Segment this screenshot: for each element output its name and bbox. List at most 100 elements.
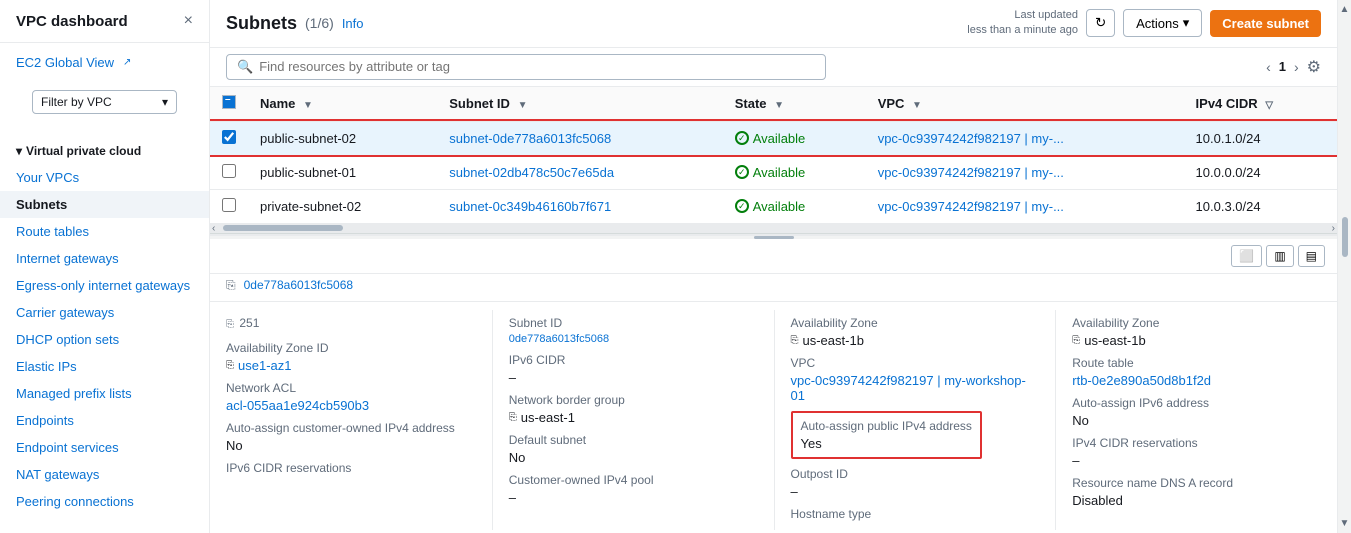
ipv6-cidr-value: – xyxy=(509,370,758,385)
col-state: State ▼ xyxy=(723,87,866,121)
refresh-button[interactable]: ↻ xyxy=(1086,9,1115,37)
detail-col-1: ⎘ 251 Availability Zone ID ⎘ use1-az1 Ne… xyxy=(210,310,492,530)
top-bar-left: Subnets (1/6) Info xyxy=(226,13,364,34)
available-dot: ✓ xyxy=(735,165,749,179)
row-checkbox[interactable] xyxy=(222,198,236,212)
vpc-value[interactable]: vpc-0c93974242f982197 | my-workshop-01 xyxy=(791,373,1040,403)
row-checkbox-cell[interactable] xyxy=(210,189,248,223)
close-icon[interactable]: × xyxy=(184,12,193,30)
info-link[interactable]: Info xyxy=(342,16,364,31)
row-subnet-id: subnet-0de778a6013fc5068 xyxy=(437,121,722,156)
sidebar-item-carrier-gateways[interactable]: Carrier gateways xyxy=(0,299,209,326)
row-checkbox[interactable] xyxy=(222,164,236,178)
sidebar-item-internet-gateways[interactable]: Internet gateways xyxy=(0,245,209,272)
prev-page-button[interactable]: ‹ xyxy=(1262,57,1275,77)
row-checkbox[interactable] xyxy=(222,130,236,144)
subnets-table: Name ▼ Subnet ID ▼ State ▼ VPC xyxy=(210,87,1337,224)
scroll-thumb-v[interactable] xyxy=(1342,217,1348,257)
select-all-checkbox[interactable] xyxy=(222,95,236,109)
search-bar: 🔍 ‹ 1 › ⚙ xyxy=(210,48,1337,87)
settings-icon[interactable]: ⚙ xyxy=(1307,57,1321,77)
sidebar-item-endpoint-services[interactable]: Endpoint services xyxy=(0,434,209,461)
table-row[interactable]: private-subnet-02 subnet-0c349b46160b7f6… xyxy=(210,189,1337,223)
vpc-link[interactable]: vpc-0c93974242f982197 | my-... xyxy=(878,165,1064,180)
select-all-header[interactable] xyxy=(210,87,248,121)
copy-icon: ⎘ xyxy=(226,360,234,371)
view-split-button[interactable]: ⬜ xyxy=(1231,245,1262,267)
scroll-left-icon[interactable]: ‹ xyxy=(212,223,215,234)
row-checkbox-cell[interactable] xyxy=(210,121,248,156)
vpc-link[interactable]: vpc-0c93974242f982197 | my-... xyxy=(878,199,1064,214)
sidebar-item-peering[interactable]: Peering connections xyxy=(0,488,209,515)
default-subnet-value: No xyxy=(509,450,758,465)
sidebar-item-endpoints[interactable]: Endpoints xyxy=(0,407,209,434)
auto-assign-ipv4-highlight: Auto-assign public IPv4 address Yes xyxy=(791,411,982,459)
view-panel-button[interactable]: ▤ xyxy=(1298,245,1325,267)
sort-icon: ▼ xyxy=(303,100,313,111)
vpc-link[interactable]: vpc-0c93974242f982197 | my-... xyxy=(878,131,1064,146)
table-body: public-subnet-02 subnet-0de778a6013fc506… xyxy=(210,121,1337,224)
search-input[interactable] xyxy=(259,59,815,74)
subnet-id-detail[interactable]: 0de778a6013fc5068 xyxy=(509,333,758,345)
pagination-controls: ‹ 1 › ⚙ xyxy=(1262,57,1321,77)
view-toggle-buttons: ⬜ ▥ ▤ xyxy=(1231,245,1325,267)
detail-subnet-id[interactable]: 0de778a6013fc5068 xyxy=(244,278,353,292)
row-name: public-subnet-01 xyxy=(248,155,437,189)
sidebar-item-dhcp[interactable]: DHCP option sets xyxy=(0,326,209,353)
scroll-down-icon[interactable]: ▼ xyxy=(1340,518,1350,529)
sidebar-item-prefix-lists[interactable]: Managed prefix lists xyxy=(0,380,209,407)
az-top-label2: Availability Zone xyxy=(1072,316,1321,330)
az-id-label: Availability Zone ID xyxy=(226,341,476,355)
detail-col-4: Availability Zone ⎘ us-east-1b Route tab… xyxy=(1055,310,1337,530)
sidebar-item-route-tables[interactable]: Route tables xyxy=(0,218,209,245)
row-checkbox-cell[interactable] xyxy=(210,155,248,189)
row-state: ✓ Available xyxy=(723,155,866,189)
copy-icon: ⎘ xyxy=(1072,335,1080,346)
subnet-id-link[interactable]: subnet-0de778a6013fc5068 xyxy=(449,131,611,146)
az-top-value: ⎘ us-east-1b xyxy=(791,333,1040,348)
chevron-down-icon: ▾ xyxy=(162,95,168,109)
sidebar-item-your-vpcs[interactable]: Your VPCs xyxy=(0,164,209,191)
sidebar-item-egress-only[interactable]: Egress-only internet gateways xyxy=(0,272,209,299)
detail-toolbar: ⬜ ▥ ▤ xyxy=(210,239,1337,274)
scroll-up-icon[interactable]: ▲ xyxy=(1340,4,1350,15)
auto-assign-ipv6-label: Auto-assign IPv6 address xyxy=(1072,396,1321,410)
outpost-id-value: – xyxy=(791,484,1040,499)
next-page-button[interactable]: › xyxy=(1290,57,1303,77)
refresh-icon: ↻ xyxy=(1095,15,1106,31)
page-count: (1/6) xyxy=(305,15,334,31)
sidebar-item-elastic-ips[interactable]: Elastic IPs xyxy=(0,353,209,380)
ec2-global-view-link[interactable]: EC2 Global View ↗ xyxy=(16,51,131,74)
copy-icon[interactable]: ⎘ xyxy=(226,278,236,293)
scroll-right-icon[interactable]: › xyxy=(1332,223,1335,234)
customer-ipv4-label: Customer-owned IPv4 pool xyxy=(509,473,758,487)
row-state: ✓ Available xyxy=(723,121,866,156)
right-scrollbar[interactable]: ▲ ▼ xyxy=(1337,0,1351,533)
resource-name-dns-value: Disabled xyxy=(1072,493,1321,508)
az-top-label: Availability Zone xyxy=(791,316,1040,330)
copy-icon: ⎘ xyxy=(509,412,517,423)
sidebar-item-nat-gateways[interactable]: NAT gateways xyxy=(0,461,209,488)
default-subnet-label: Default subnet xyxy=(509,433,758,447)
subnet-id-link[interactable]: subnet-0c349b46160b7f671 xyxy=(449,199,611,214)
table-row[interactable]: public-subnet-02 subnet-0de778a6013fc506… xyxy=(210,121,1337,156)
subnet-id-link[interactable]: subnet-02db478c50c7e65da xyxy=(449,165,614,180)
auto-assign-customer-value: No xyxy=(226,438,476,453)
sort-icon: ▼ xyxy=(774,100,784,111)
hostname-type-label: Hostname type xyxy=(791,507,1040,521)
sidebar-item-subnets[interactable]: Subnets xyxy=(0,191,209,218)
network-acl-value[interactable]: acl-055aa1e924cb590b3 xyxy=(226,398,476,413)
table-row[interactable]: public-subnet-01 subnet-02db478c50c7e65d… xyxy=(210,155,1337,189)
create-subnet-button[interactable]: Create subnet xyxy=(1210,10,1321,37)
chevron-down-icon: ▾ xyxy=(16,144,22,158)
sidebar-section-header: ▾ Virtual private cloud xyxy=(0,138,209,164)
outpost-id-label: Outpost ID xyxy=(791,467,1040,481)
horizontal-scrollbar[interactable]: ‹ › xyxy=(210,224,1337,234)
actions-button[interactable]: Actions ▾ xyxy=(1123,9,1202,37)
view-vertical-button[interactable]: ▥ xyxy=(1266,245,1293,267)
external-link-icon: ↗ xyxy=(123,57,131,68)
filter-vpc-dropdown[interactable]: Filter by VPC ▾ xyxy=(32,90,177,114)
scroll-thumb[interactable] xyxy=(223,225,343,231)
col-ipv4-cidr: IPv4 CIDR ▽ xyxy=(1184,87,1337,121)
route-table-value[interactable]: rtb-0e2e890a50d8b1f2d xyxy=(1072,373,1321,388)
